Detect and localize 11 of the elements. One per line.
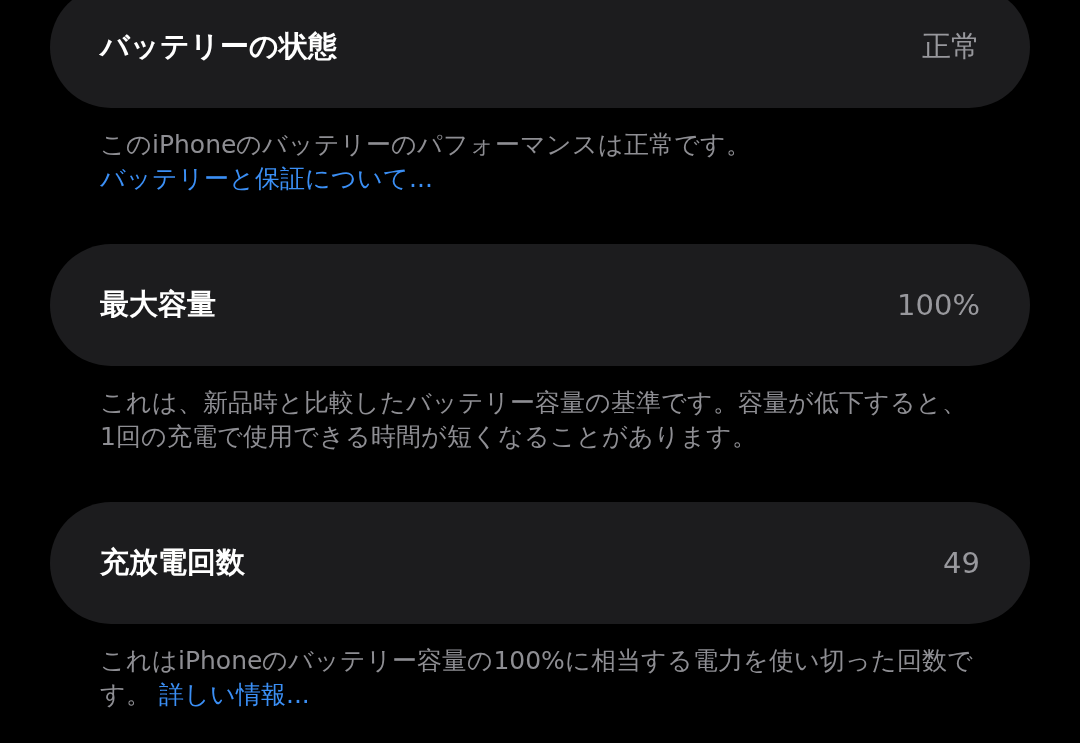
setting-label: 充放電回数 xyxy=(100,544,245,581)
setting-value: 49 xyxy=(943,546,980,580)
info-link[interactable]: バッテリーと保証について... xyxy=(100,164,433,193)
setting-value: 100% xyxy=(897,288,980,322)
setting-label: バッテリーの状態 xyxy=(100,28,337,65)
footnote-text: これはiPhoneのバッテリー容量の100%に相当する電力を使い切った回数です。 詳しい情報... xyxy=(100,645,974,711)
footnote-text: これは、新品時と比較したバッテリー容量の基準です。容量が低下すると、1回の充電で使用できる時間が短くなることがあります。 xyxy=(100,387,968,453)
setting-label: 最大容量 xyxy=(100,286,216,323)
info-link[interactable]: 詳しい情報... xyxy=(158,680,310,709)
setting-value: 正常 xyxy=(922,28,980,65)
footnote-text: このiPhoneのバッテリーのパフォーマンスは正常です。 バッテリーと保証について... xyxy=(100,129,753,195)
